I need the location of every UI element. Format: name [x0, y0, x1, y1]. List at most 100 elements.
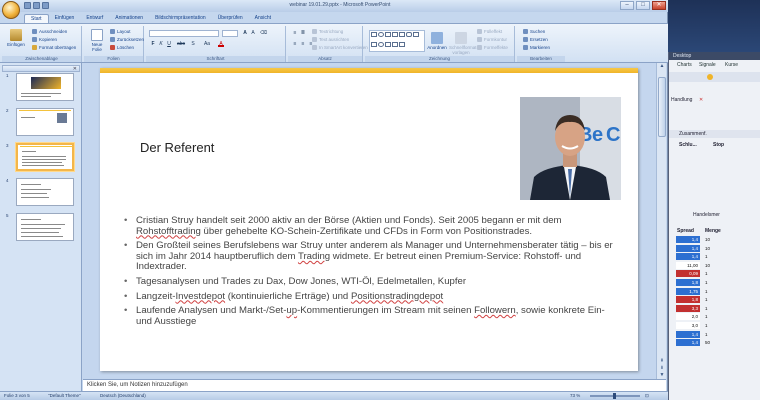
quote-row[interactable]: 1,8 1 [676, 279, 728, 287]
language-indicator[interactable]: Deutsch (Deutschland) [100, 393, 146, 398]
bullet-item[interactable]: Tagesanalysen und Trades zu Dax, Dow Jon… [122, 276, 622, 288]
quote-row[interactable]: 3,0 1 [676, 322, 728, 330]
quote-row[interactable]: 1,4 10 [676, 244, 728, 253]
bullet-item[interactable]: Cristian Struy handelt seit 2000 aktiv a… [122, 215, 622, 237]
shape-effects-button[interactable]: Formeffekte [477, 45, 508, 50]
bullet-item[interactable]: Langzeit-Investdepot (kontinuierliche Er… [122, 291, 622, 303]
notes-pane[interactable]: Klicken Sie, um Notizen hinzuzufügen [83, 379, 666, 391]
thumbnail-slide-3[interactable]: 3 [6, 143, 80, 171]
trader-search-bar[interactable]: Zusammenf. [669, 130, 760, 138]
scroll-down-icon[interactable]: ▼ [658, 372, 666, 379]
thumbnail-slide-4[interactable]: 4 [6, 178, 80, 206]
numbering-button[interactable]: ≣ [300, 30, 306, 36]
quote-row[interactable]: 1,4 1 [676, 330, 728, 339]
scroll-up-icon[interactable]: ▲ [658, 63, 666, 70]
bullet-list[interactable]: Cristian Struy handelt seit 2000 aktiv a… [122, 215, 622, 331]
shrink-font-button[interactable]: A [250, 30, 256, 36]
trader-menu-signals[interactable]: Signale [699, 62, 716, 68]
change-case-button[interactable]: Aa [202, 41, 212, 47]
quote-row[interactable]: 1,4 1 [676, 253, 728, 261]
thumbnail-slide-2[interactable]: 2 [6, 108, 80, 136]
shape-fill-button[interactable]: Fülleffekt [477, 29, 502, 34]
shape-rounded-rect[interactable] [406, 32, 412, 37]
find-button[interactable]: Suchen [523, 29, 545, 34]
quote-row[interactable]: 1,8 1 [676, 296, 728, 304]
tab-start[interactable]: Start [24, 14, 49, 23]
align-center-button[interactable]: ≡ [300, 41, 306, 47]
quote-row[interactable]: 11,00 10 [676, 261, 728, 270]
tab-slideshow[interactable]: Bildschirmpräsentation [149, 14, 212, 23]
tab-view[interactable]: Ansicht [249, 14, 277, 23]
shape-circle[interactable] [378, 41, 384, 47]
font-size-select[interactable] [222, 30, 238, 37]
zoom-slider-knob[interactable] [613, 393, 616, 399]
smartart-button[interactable]: In SmartArt konvertieren [312, 45, 368, 50]
slide-title[interactable]: Der Referent [140, 140, 214, 155]
vertical-scrollbar[interactable]: ▲ ⇞ ⇟ ▼ [656, 63, 666, 379]
shape-ellipse[interactable] [378, 32, 384, 37]
bullet-item[interactable]: Laufende Analysen und Markt-/Set-up-Komm… [122, 305, 622, 327]
shape-flow[interactable] [399, 41, 405, 47]
reset-button[interactable]: Zurücksetzen [110, 37, 144, 42]
grow-font-button[interactable]: A [242, 30, 248, 36]
shape-triangle[interactable] [399, 32, 405, 37]
paste-button[interactable]: Einfügen [6, 29, 26, 47]
arrange-button[interactable]: Anordnen [427, 32, 447, 50]
theme-name[interactable]: "Default Theme" [48, 393, 81, 398]
close-button[interactable]: ✕ [652, 1, 666, 10]
next-slide-icon[interactable]: ⇟ [658, 365, 666, 372]
bullets-button[interactable]: ≡ [292, 30, 298, 36]
shape-line[interactable] [385, 32, 391, 37]
tab-insert[interactable]: Einfügen [49, 14, 81, 23]
copy-button[interactable]: Kopieren [32, 37, 57, 42]
replace-button[interactable]: Ersetzen [523, 37, 548, 42]
office-button[interactable] [2, 1, 20, 19]
underline-button[interactable]: U [166, 41, 172, 47]
zoom-slider[interactable] [590, 393, 640, 399]
shapes-gallery[interactable] [369, 30, 425, 52]
text-direction-button[interactable]: Textrichtung [312, 29, 343, 34]
shape-block[interactable] [392, 41, 398, 47]
clear-format-button[interactable]: ⌫ [260, 30, 267, 36]
thumbnail-slide-1[interactable]: 1 [6, 73, 80, 101]
quick-styles-button[interactable]: Schnellformat-vorlagen [449, 32, 478, 55]
quote-row[interactable]: 0,09 1 [676, 270, 728, 278]
quote-row[interactable]: 1,4 50 [676, 339, 728, 347]
font-family-select[interactable] [149, 30, 219, 37]
undo-icon[interactable] [33, 2, 40, 9]
format-painter-button[interactable]: Format übertragen [32, 45, 76, 50]
bullet-item[interactable]: Den Großteil seines Berufslebens war Str… [122, 240, 622, 273]
align-left-button[interactable]: ≡ [292, 41, 298, 47]
quote-row[interactable]: 1,4 10 [676, 236, 728, 244]
trader-menu-quotes[interactable]: Kurse [725, 62, 738, 68]
shape-outline-button[interactable]: Formkontur [477, 37, 507, 42]
speaker-photo[interactable]: B e C [520, 97, 621, 200]
select-button[interactable]: Markieren [523, 45, 550, 50]
bold-button[interactable]: F [150, 41, 156, 47]
shadow-button[interactable]: S [190, 41, 196, 47]
cut-button[interactable]: Ausschneiden [32, 29, 67, 34]
zoom-level[interactable]: 73 % [570, 393, 580, 398]
save-icon[interactable] [24, 2, 31, 9]
tab-review[interactable]: Überprüfen [212, 14, 249, 23]
lightbulb-icon[interactable] [707, 74, 713, 80]
shape-star[interactable] [413, 32, 419, 37]
layout-button[interactable]: Layout [110, 29, 131, 34]
shape-rectangle[interactable] [371, 32, 377, 37]
trader-tab-close-icon[interactable]: ✕ [699, 97, 703, 103]
font-color-button[interactable]: A [218, 41, 224, 47]
strikethrough-button[interactable]: abc [176, 41, 186, 47]
trading-app-title[interactable]: Desktop [669, 52, 760, 60]
quote-row[interactable]: 2,0 1 [676, 313, 728, 321]
quote-row[interactable]: 1,75 1 [676, 287, 728, 296]
shape-callout[interactable] [371, 41, 377, 47]
shape-brace[interactable] [385, 41, 391, 47]
redo-icon[interactable] [42, 2, 49, 9]
shape-arrow[interactable] [392, 32, 398, 37]
thumbnail-slide-5[interactable]: 5 [6, 213, 80, 241]
current-slide[interactable]: Der Referent B e C • Cristian Struy hand… [100, 68, 638, 371]
delete-slide-button[interactable]: Löschen [110, 45, 134, 50]
close-pane-icon[interactable]: ✕ [73, 66, 77, 72]
trader-menu-charts[interactable]: Charts [677, 62, 692, 68]
align-text-button[interactable]: Text ausrichten [312, 37, 349, 42]
